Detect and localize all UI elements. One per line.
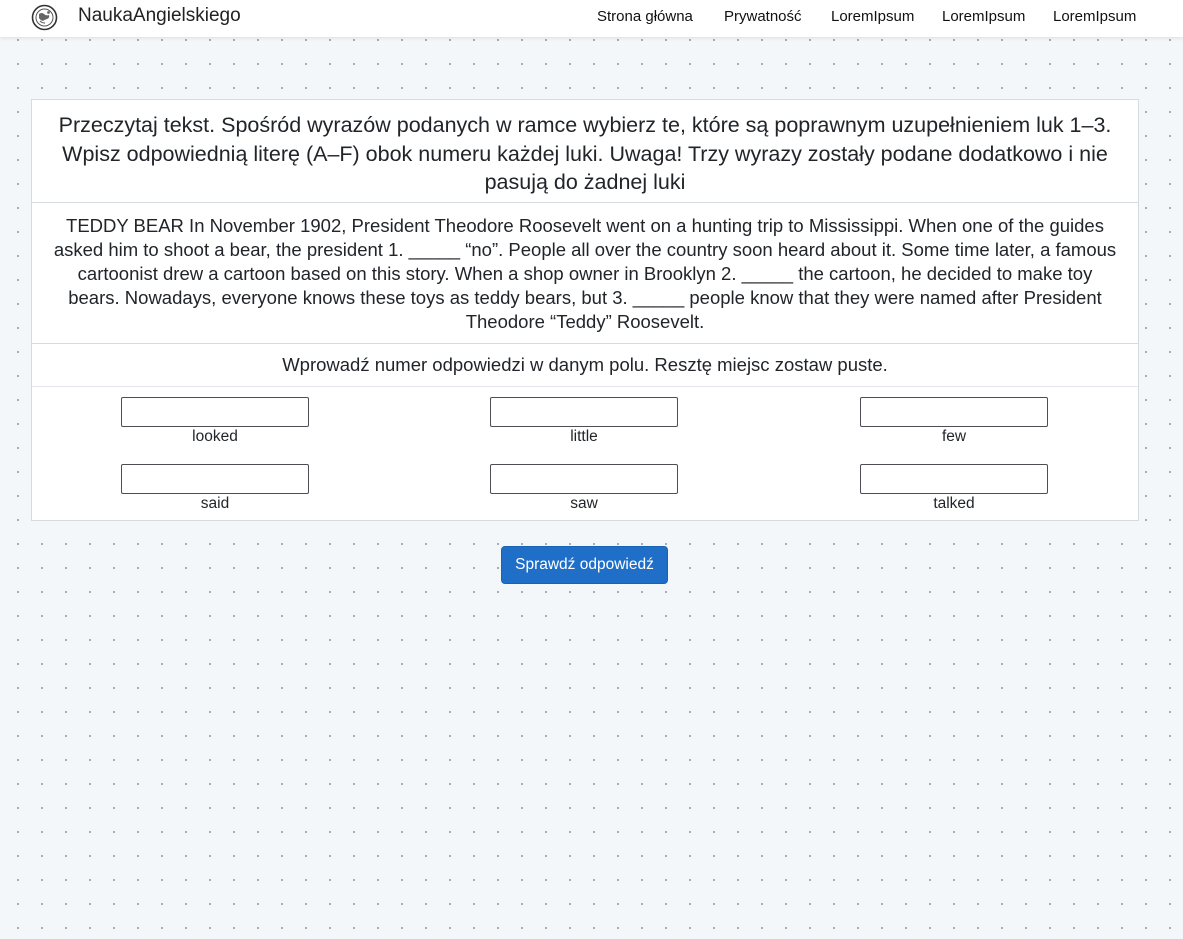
top-navbar: NaukaAngielskiego Strona główna Prywatno… xyxy=(0,0,1183,37)
option-field-talked: talked xyxy=(860,464,1048,512)
reading-passage: TEDDY BEAR In November 1902, President T… xyxy=(32,203,1138,344)
answer-input-little[interactable] xyxy=(490,397,678,427)
nav-link-privacy[interactable]: Prywatność xyxy=(724,8,802,25)
option-word-label: looked xyxy=(192,428,238,445)
answer-input-said[interactable] xyxy=(121,464,309,494)
option-word-label: saw xyxy=(570,495,598,512)
option-word-label: said xyxy=(200,495,230,512)
check-answer-button[interactable]: Sprawdź odpowiedź xyxy=(501,546,668,584)
option-field-few: few xyxy=(860,397,1048,445)
option-field-little: little xyxy=(490,397,678,445)
option-word-label: few xyxy=(941,428,967,445)
option-word-label: talked xyxy=(933,495,975,512)
option-field-said: said xyxy=(121,464,309,512)
exercise-card: Przeczytaj tekst. Spośród wyrazów podany… xyxy=(31,99,1139,521)
nav-link-loremipsum-3[interactable]: LoremIpsum xyxy=(1053,8,1136,25)
answer-input-saw[interactable] xyxy=(490,464,678,494)
answer-input-looked[interactable] xyxy=(121,397,309,427)
nav-link-home[interactable]: Strona główna xyxy=(597,8,693,25)
nav-link-loremipsum-2[interactable]: LoremIpsum xyxy=(942,8,1025,25)
globe-logo-icon[interactable] xyxy=(31,4,58,31)
answer-input-few[interactable] xyxy=(860,397,1048,427)
nav-link-loremipsum-1[interactable]: LoremIpsum xyxy=(831,8,914,25)
exercise-instruction: Przeczytaj tekst. Spośród wyrazów podany… xyxy=(32,100,1138,203)
answer-input-talked[interactable] xyxy=(860,464,1048,494)
answer-hint: Wprowadź numer odpowiedzi w danym polu. … xyxy=(32,344,1138,387)
brand-name[interactable]: NaukaAngielskiego xyxy=(78,5,241,27)
option-word-label: little xyxy=(570,428,598,445)
option-field-looked: looked xyxy=(121,397,309,445)
option-field-saw: saw xyxy=(490,464,678,512)
